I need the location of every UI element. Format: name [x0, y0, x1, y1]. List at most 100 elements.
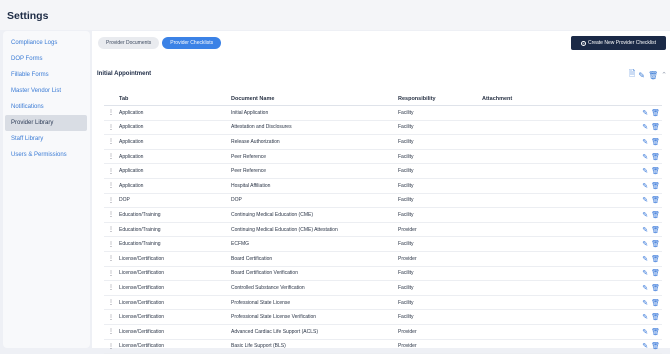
trash-icon[interactable]: 🗑 — [648, 71, 658, 80]
table-row: ⋮License/CertificationBasic Life Support… — [104, 340, 662, 354]
create-checklist-label: Create New Provider Checklist — [588, 40, 656, 46]
edit-icon[interactable]: ✎ — [642, 255, 648, 263]
drag-handle-icon[interactable]: ⋮ — [104, 182, 119, 189]
trash-icon[interactable]: 🗑 — [651, 211, 660, 219]
file-add-icon[interactable]: 🗎 — [629, 68, 635, 82]
section-actions: 🗎 ✎ 🗑 ⌃ — [629, 68, 667, 82]
trash-icon[interactable]: 🗑 — [651, 196, 660, 204]
row-actions: ✎🗑 — [582, 211, 662, 219]
trash-icon[interactable]: 🗑 — [651, 240, 660, 248]
row-actions: ✎🗑 — [582, 123, 662, 131]
drag-handle-icon[interactable]: ⋮ — [104, 343, 119, 350]
edit-icon[interactable]: ✎ — [642, 313, 648, 321]
drag-handle-icon[interactable]: ⋮ — [104, 168, 119, 175]
tab-provider-checklists[interactable]: Provider Checklists — [162, 37, 221, 49]
cell-responsibility: Facility — [398, 168, 482, 174]
cell-tab: DOP — [119, 197, 231, 203]
column-header-tab: Tab — [119, 96, 231, 105]
drag-handle-icon[interactable]: ⋮ — [104, 197, 119, 204]
drag-handle-icon[interactable]: ⋮ — [104, 255, 119, 262]
trash-icon[interactable]: 🗑 — [651, 226, 660, 234]
trash-icon[interactable]: 🗑 — [651, 328, 660, 336]
drag-handle-icon[interactable]: ⋮ — [104, 284, 119, 291]
edit-icon[interactable]: ✎ — [642, 138, 648, 146]
cell-tab: Application — [119, 124, 231, 130]
edit-icon[interactable]: ✎ — [642, 284, 648, 292]
edit-icon[interactable]: ✎ — [642, 182, 648, 190]
cell-document-name: Peer Reference — [231, 154, 398, 160]
drag-handle-icon[interactable]: ⋮ — [104, 153, 119, 160]
cell-responsibility: Provider — [398, 343, 482, 349]
drag-handle-icon[interactable]: ⋮ — [104, 299, 119, 306]
chevron-up-icon[interactable]: ⌃ — [661, 71, 667, 79]
cell-document-name: ECFMG — [231, 241, 398, 247]
drag-handle-icon[interactable]: ⋮ — [104, 241, 119, 248]
row-actions: ✎🗑 — [582, 269, 662, 277]
edit-icon[interactable]: ✎ — [642, 240, 648, 248]
create-checklist-button[interactable]: + Create New Provider Checklist — [571, 36, 666, 50]
drag-handle-icon[interactable]: ⋮ — [104, 328, 119, 335]
top-bar: Settings — [0, 0, 670, 30]
trash-icon[interactable]: 🗑 — [651, 284, 660, 292]
drag-handle-icon[interactable]: ⋮ — [104, 226, 119, 233]
row-actions: ✎🗑 — [582, 240, 662, 248]
edit-icon[interactable]: ✎ — [642, 269, 648, 277]
main-panel: Provider Documents Provider Checklists +… — [92, 31, 670, 348]
row-actions: ✎🗑 — [582, 182, 662, 190]
edit-icon[interactable]: ✎ — [642, 226, 648, 234]
sidebar-item-dop-forms[interactable]: DOP Forms — [3, 51, 90, 67]
edit-icon[interactable]: ✎ — [638, 71, 645, 80]
edit-icon[interactable]: ✎ — [642, 342, 648, 350]
drag-handle-icon[interactable]: ⋮ — [104, 109, 119, 116]
sidebar-item-compliance-logs[interactable]: Compliance Logs — [3, 35, 90, 51]
trash-icon[interactable]: 🗑 — [651, 299, 660, 307]
edit-icon[interactable]: ✎ — [642, 196, 648, 204]
cell-responsibility: Provider — [398, 256, 482, 262]
trash-icon[interactable]: 🗑 — [651, 182, 660, 190]
cell-document-name: Board Certification — [231, 256, 398, 262]
tab-provider-documents[interactable]: Provider Documents — [98, 37, 159, 49]
checklist-table: Tab Document Name Responsibility Attachm… — [104, 96, 662, 354]
cell-document-name: Initial Application — [231, 110, 398, 116]
row-actions: ✎🗑 — [582, 226, 662, 234]
cell-document-name: Controlled Substance Verification — [231, 285, 398, 291]
edit-icon[interactable]: ✎ — [642, 123, 648, 131]
table-row: ⋮Education/TrainingECFMGFacility✎🗑 — [104, 237, 662, 252]
drag-handle-icon[interactable]: ⋮ — [104, 124, 119, 131]
table-row: ⋮License/CertificationBoard Certificatio… — [104, 252, 662, 267]
cell-tab: Application — [119, 183, 231, 189]
trash-icon[interactable]: 🗑 — [651, 269, 660, 277]
sidebar-item-fillable-forms[interactable]: Fillable Forms — [3, 67, 90, 83]
table-row: ⋮ApplicationInitial ApplicationFacility✎… — [104, 106, 662, 121]
section-title: Initial Appointment — [97, 71, 151, 77]
table-row: ⋮ApplicationRelease AuthorizationFacilit… — [104, 135, 662, 150]
trash-icon[interactable]: 🗑 — [651, 342, 660, 350]
edit-icon[interactable]: ✎ — [642, 211, 648, 219]
edit-icon[interactable]: ✎ — [642, 328, 648, 336]
cell-tab: License/Certification — [119, 270, 231, 276]
drag-handle-icon[interactable]: ⋮ — [104, 314, 119, 321]
sidebar-item-staff-library[interactable]: Staff Library — [3, 131, 90, 147]
sidebar-item-notifications[interactable]: Notifications — [3, 99, 90, 115]
sidebar-item-provider-library[interactable]: Provider Library — [5, 115, 87, 131]
cell-tab: License/Certification — [119, 300, 231, 306]
settings-sidebar: Compliance Logs DOP Forms Fillable Forms… — [3, 31, 90, 348]
sidebar-item-users-permissions[interactable]: Users & Permissions — [3, 147, 90, 163]
edit-icon[interactable]: ✎ — [642, 299, 648, 307]
trash-icon[interactable]: 🗑 — [651, 153, 660, 161]
trash-icon[interactable]: 🗑 — [651, 123, 660, 131]
edit-icon[interactable]: ✎ — [642, 167, 648, 175]
table-row: ⋮ApplicationHospital AffiliationFacility… — [104, 179, 662, 194]
edit-icon[interactable]: ✎ — [642, 109, 648, 117]
trash-icon[interactable]: 🗑 — [651, 109, 660, 117]
trash-icon[interactable]: 🗑 — [651, 255, 660, 263]
trash-icon[interactable]: 🗑 — [651, 167, 660, 175]
edit-icon[interactable]: ✎ — [642, 153, 648, 161]
drag-handle-icon[interactable]: ⋮ — [104, 270, 119, 277]
sidebar-item-master-vendor-list[interactable]: Master Vendor List — [3, 83, 90, 99]
trash-icon[interactable]: 🗑 — [651, 138, 660, 146]
cell-document-name: Basic Life Support (BLS) — [231, 343, 398, 349]
trash-icon[interactable]: 🗑 — [651, 313, 660, 321]
drag-handle-icon[interactable]: ⋮ — [104, 211, 119, 218]
drag-handle-icon[interactable]: ⋮ — [104, 138, 119, 145]
